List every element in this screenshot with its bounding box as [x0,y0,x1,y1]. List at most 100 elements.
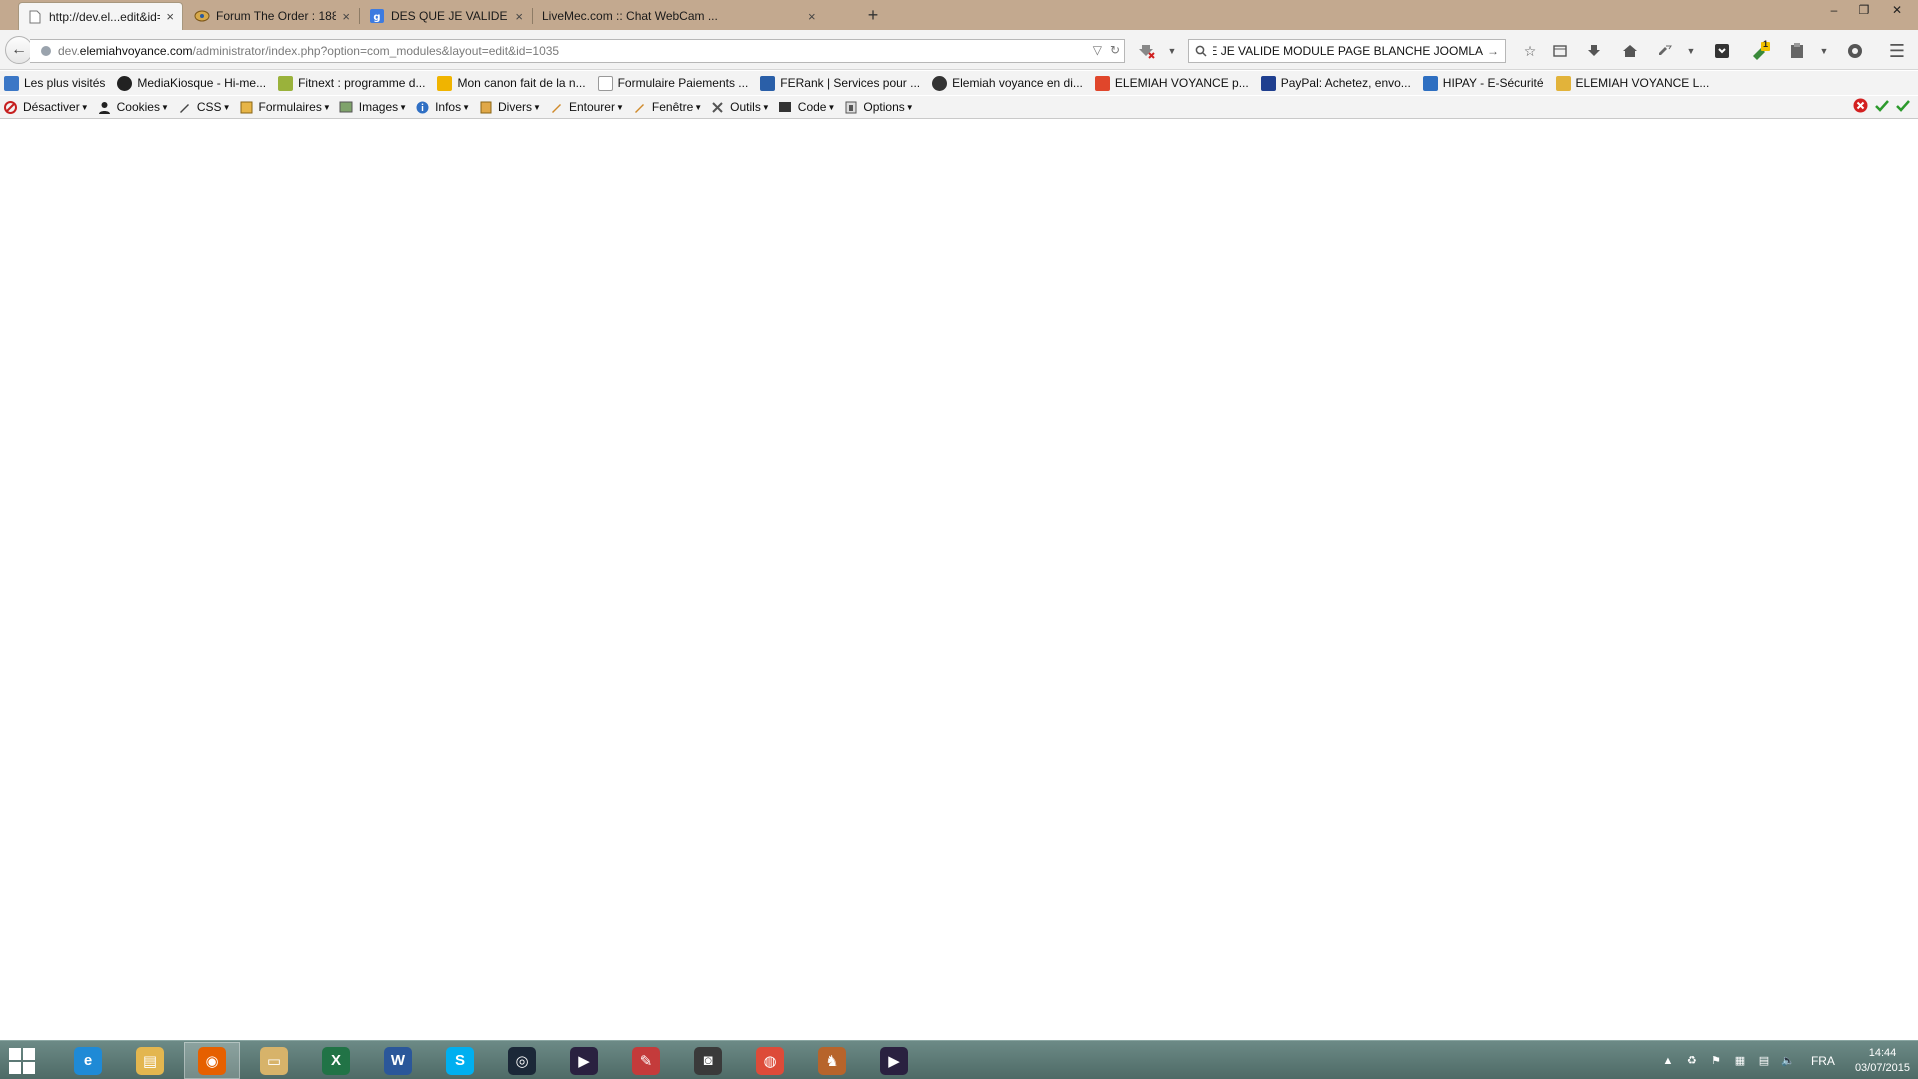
taskbar-app-media-player-dark[interactable]: ▶ [556,1042,612,1079]
taskbar-app-camera[interactable]: ◙ [680,1042,736,1079]
taskbar-app-file-explorer[interactable]: ▤ [122,1042,178,1079]
firefox-icon: ◉ [198,1046,226,1075]
clock[interactable]: 14:44 03/07/2015 [1855,1046,1910,1076]
taskbar-app-excel[interactable]: X [308,1042,364,1079]
taskbar-app-firefox[interactable]: ◉ [184,1042,240,1079]
back-button[interactable]: ← [5,36,33,64]
devtool-resize-menu[interactable]: Fenêtre ▼ [632,100,702,115]
fitnext-icon [278,75,294,91]
devtool-disable-menu[interactable]: Désactiver ▼ [3,100,89,115]
language-indicator[interactable]: FRA [1811,1054,1835,1068]
recycle-icon[interactable]: ♻ [1685,1054,1699,1068]
taskbar-app-chrome[interactable]: ◍ [742,1042,798,1079]
chevron-down-icon[interactable]: ▼ [1814,41,1834,61]
devtool-cookies-menu[interactable]: Cookies ▼ [97,100,169,115]
url-bar[interactable]: dev. elemiahvoyance.com/administrator/ind… [30,39,1125,63]
minimize-button[interactable]: – [1820,0,1848,20]
blocked-download-icon[interactable] [1137,41,1157,61]
bookmark-item[interactable]: PayPal: Achetez, envo... [1260,75,1411,91]
devtool-misc-menu[interactable]: Divers ▼ [478,100,541,115]
tab-forum[interactable]: Forum The Order : 1886 - j... × [186,2,358,30]
tab-close-icon[interactable]: × [342,9,350,24]
sync-icon[interactable] [1655,41,1675,61]
tab-close-icon[interactable]: × [808,9,816,24]
taskbar-app-folder[interactable]: ▭ [246,1042,302,1079]
devtool-outline-menu[interactable]: Entourer ▼ [549,100,624,115]
bookmark-item[interactable]: Elemiah voyance en di... [932,75,1083,91]
url-subdomain: dev. [58,44,80,58]
new-tab-button[interactable]: + [862,4,884,26]
taskbar-app-steam[interactable]: ◎ [494,1042,550,1079]
close-window-button[interactable]: ✕ [1880,0,1914,20]
error-icon[interactable] [1853,98,1868,116]
media-player-dark-icon: ▶ [570,1046,598,1075]
browser-window: http://dev.el...edit&id=1035 × Forum The… [0,0,1918,1079]
tab-close-icon[interactable]: × [515,9,523,24]
windows-start-icon[interactable] [6,1046,38,1076]
taskbar-app-game[interactable]: ♞ [804,1042,860,1079]
bookmark-item[interactable]: Mon canon fait de la n... [437,75,586,91]
tab-title: http://dev.el...edit&id=1035 [49,9,160,24]
bookmark-item[interactable]: Formulaire Paiements ... [597,75,748,91]
tab-close-icon[interactable]: × [166,9,174,24]
bookmark-star-icon[interactable]: ☆ [1520,41,1540,61]
dropdown-arrow-icon[interactable]: ▽ [1093,43,1102,57]
addon-gear-icon[interactable] [1845,41,1865,61]
search-input[interactable]: DES QUE JE VALIDE MODULE PAGE BLANCHE JO… [1213,44,1483,58]
game-icon: ♞ [818,1046,846,1075]
taskbar-app-paint[interactable]: ✎ [618,1042,674,1079]
tab-strip: http://dev.el...edit&id=1035 × Forum The… [0,0,1918,30]
chevron-down-icon[interactable]: ▼ [1681,41,1701,61]
chevron-down-icon[interactable]: ▼ [1162,41,1182,61]
tab-livemec[interactable]: LiveMec.com :: Chat WebCam ... × [534,2,860,30]
volume-icon[interactable]: 🔈 [1781,1054,1795,1068]
bookmark-item[interactable]: FERank | Services pour ... [760,75,920,91]
images-icon [339,100,354,115]
taskbar-app-word[interactable]: W [370,1042,426,1079]
home-icon[interactable] [1620,41,1640,61]
devtool-tools-menu[interactable]: Outils ▼ [710,100,770,115]
devtool-images-menu[interactable]: Images ▼ [339,100,407,115]
devtool-css-menu[interactable]: CSS ▼ [177,100,231,115]
search-go-icon[interactable]: → [1487,44,1499,58]
reading-list-icon[interactable] [1550,41,1570,61]
info-icon [415,100,430,115]
bookmark-item[interactable]: MediaKiosque - Hi-me... [117,75,266,91]
tab-divider [359,8,360,24]
restore-button[interactable]: ❐ [1850,0,1878,20]
devtool-code-menu[interactable]: Code ▼ [778,100,835,115]
windows-icon[interactable]: ▦ [1733,1054,1747,1068]
search-bar[interactable]: DES QUE JE VALIDE MODULE PAGE BLANCHE JO… [1188,39,1506,63]
menu-icon[interactable]: ☰ [1887,41,1907,61]
pocket-download-icon[interactable] [1712,41,1732,61]
devtool-options-menu[interactable]: Options ▼ [843,100,914,115]
cookies-icon [97,100,112,115]
tab-active[interactable]: http://dev.el...edit&id=1035 × [18,2,183,30]
tab-search-result[interactable]: g DES QUE JE VALIDE MODU... × [361,2,531,30]
bookmark-item[interactable]: Fitnext : programme d... [278,75,425,91]
devtool-status-icons [1853,98,1910,116]
bookmark-item[interactable]: HIPAY - E-Sécurité [1422,75,1544,91]
canon-icon [437,75,453,91]
bookmark-item[interactable]: ELEMIAH VOYANCE p... [1094,75,1249,91]
taskbar-app-media-player-dark-2[interactable]: ▶ [866,1042,922,1079]
taskbar-app-internet-explorer[interactable]: e [60,1042,116,1079]
flag-icon[interactable]: ⚑ [1709,1054,1723,1068]
network-icon[interactable]: ▤ [1757,1054,1771,1068]
mediakiosque-icon [117,75,133,91]
clipboard-icon[interactable] [1787,41,1807,61]
internet-explorer-icon: e [74,1046,102,1075]
devtool-forms-menu[interactable]: Formulaires ▼ [239,100,331,115]
chrome-icon: ◍ [756,1046,784,1075]
check-icon[interactable] [1895,98,1910,116]
check-icon[interactable] [1874,98,1889,116]
bookmark-item[interactable]: Les plus visités [4,75,105,91]
page-icon [27,9,43,25]
show-hidden-icons-icon[interactable]: ▲ [1661,1054,1675,1068]
notification-icon[interactable]: 1 [1751,39,1771,61]
bookmark-item[interactable]: ELEMIAH VOYANCE L... [1555,75,1709,91]
taskbar-app-skype[interactable]: S [432,1042,488,1079]
downloads-icon[interactable] [1584,41,1604,61]
reload-icon[interactable]: ↻ [1110,43,1120,57]
devtool-info-menu[interactable]: Infos ▼ [415,100,470,115]
